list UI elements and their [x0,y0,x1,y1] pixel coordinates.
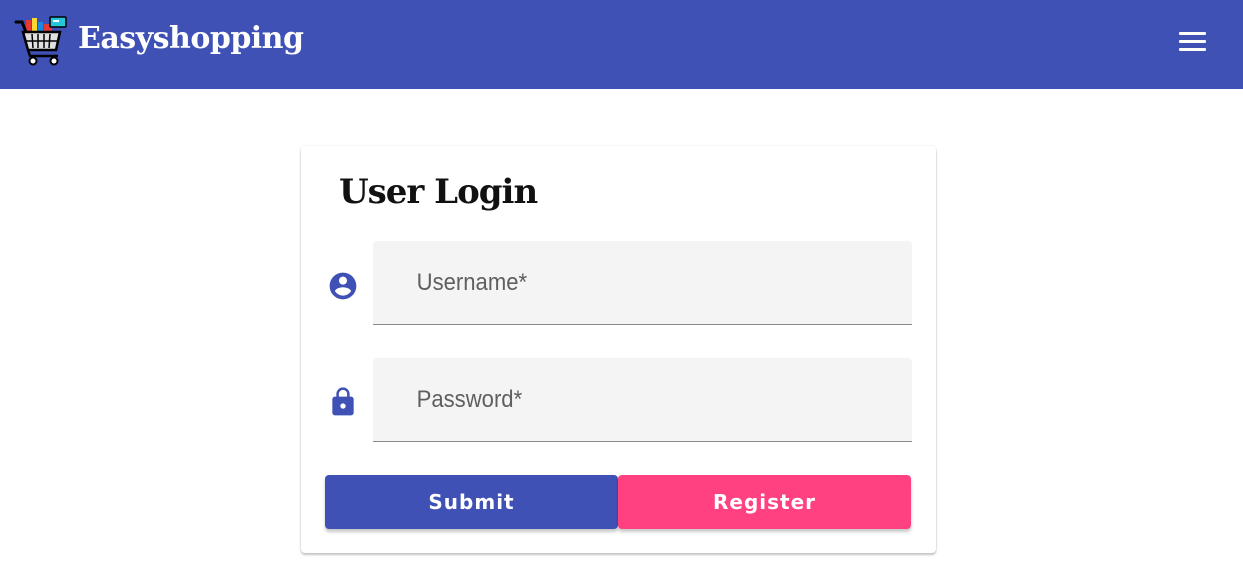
top-navbar: Easyshopping [0,0,1243,89]
lock-icon [332,387,354,416]
login-title: User Login [339,172,538,212]
password-field[interactable] [373,358,912,442]
hamburger-menu-icon[interactable] [1176,30,1210,54]
login-card: User Login Submit Register [301,146,936,553]
username-field[interactable] [373,241,912,325]
shopping-cart-logo-icon [14,16,67,66]
submit-button[interactable]: Submit [325,475,618,529]
username-input[interactable] [373,241,912,324]
brand[interactable]: Easyshopping [14,14,304,66]
account-circle-icon [329,272,357,300]
brand-name: Easyshopping [78,20,304,56]
password-input[interactable] [373,358,912,441]
register-button[interactable]: Register [618,475,911,529]
